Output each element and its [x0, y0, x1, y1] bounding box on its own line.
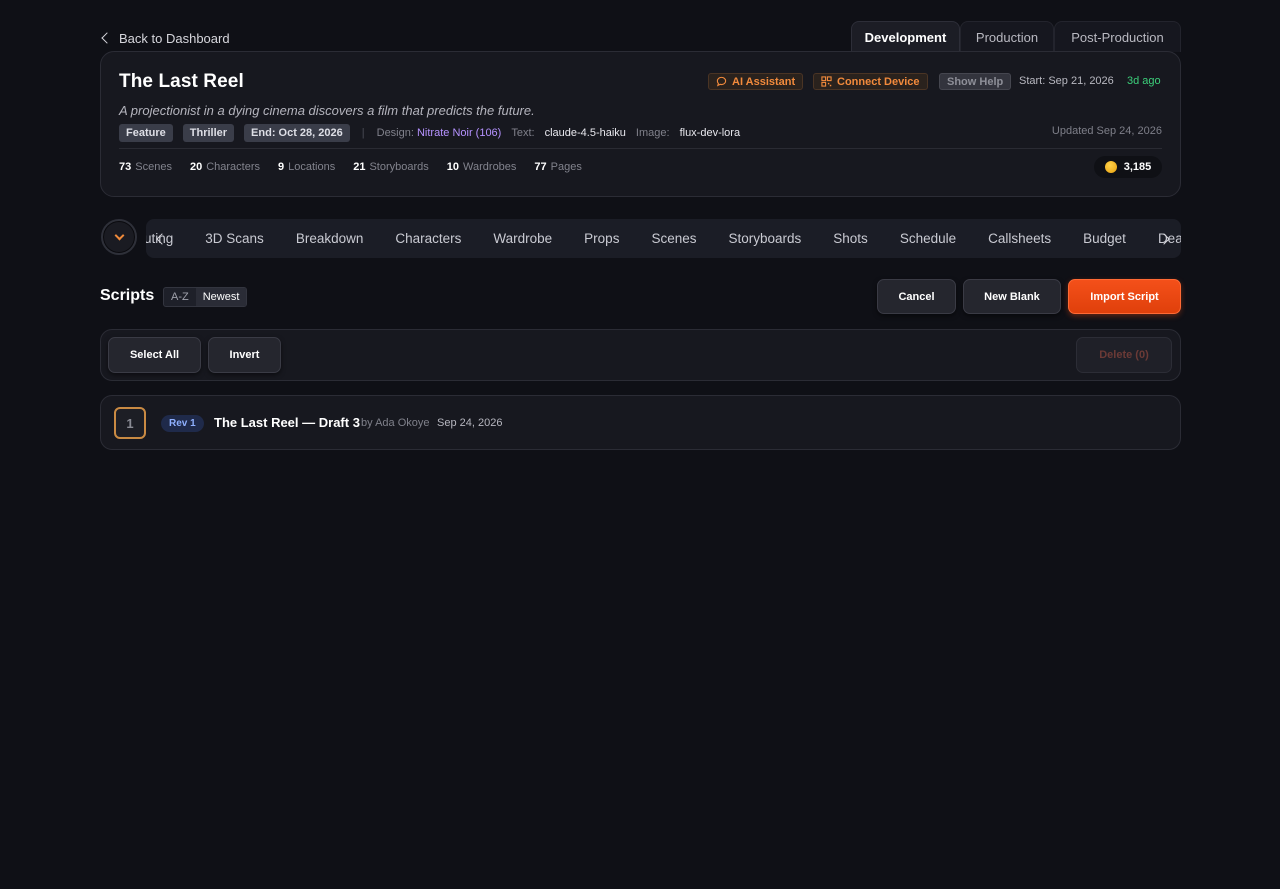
format-chip: Feature: [119, 124, 173, 142]
ai-assistant-button[interactable]: AI Assistant: [708, 73, 804, 90]
header-divider: [119, 148, 1162, 149]
design-value[interactable]: Nitrate Noir (106): [417, 127, 501, 139]
module-tab-characters[interactable]: Characters: [379, 231, 477, 246]
module-tab-storyboards[interactable]: Storyboards: [712, 231, 817, 246]
cancel-button[interactable]: Cancel: [877, 279, 956, 314]
module-tab-wardrobe[interactable]: Wardrobe: [477, 231, 568, 246]
scroll-right-button[interactable]: [1154, 229, 1174, 249]
module-tab-props[interactable]: Props: [568, 231, 635, 246]
sort-newest[interactable]: Newest: [195, 288, 247, 306]
design-label: Design:: [376, 127, 414, 139]
credits-value: 3,185: [1123, 161, 1152, 173]
ai-assistant-label: AI Assistant: [732, 75, 796, 88]
text-model-value: claude-4.5-haiku: [544, 127, 626, 139]
selection-toolbar: Select All Invert Delete (0): [100, 329, 1181, 381]
section-title: Scripts: [100, 287, 155, 304]
module-track: uting 3D Scans Breakdown Characters Ward…: [146, 219, 1181, 258]
module-tab-callsheets[interactable]: Callsheets: [972, 231, 1067, 246]
connect-device-button[interactable]: Connect Device: [813, 73, 928, 90]
updated-date: Updated Sep 24, 2026: [1051, 125, 1162, 137]
delete-button[interactable]: Delete (0): [1076, 337, 1172, 373]
stat-storyboards: 21 Storyboards: [353, 161, 429, 173]
sort-az[interactable]: A-Z: [164, 288, 196, 306]
phase-tabs: Development Production Post-Production: [851, 21, 1181, 52]
scroll-left-button[interactable]: [152, 229, 172, 249]
script-date: Sep 24, 2026: [437, 417, 503, 429]
stat-wardrobes: 10 Wardrobes: [446, 161, 517, 173]
chevron-right-icon: [1158, 233, 1170, 245]
collapse-header-button[interactable]: [101, 219, 137, 255]
back-to-dashboard-link[interactable]: Back to Dashboard: [100, 29, 230, 47]
project-header-card: The Last Reel AI Assistant Connect Devic…: [100, 51, 1181, 197]
module-tab-scenes[interactable]: Scenes: [635, 231, 712, 246]
last-activity: 3d ago: [1127, 75, 1161, 87]
chat-bubble-icon: [716, 76, 727, 87]
import-script-button[interactable]: Import Script: [1068, 279, 1181, 314]
connect-device-label: Connect Device: [837, 75, 920, 88]
end-date-chip: End: Oct 28, 2026: [244, 124, 350, 142]
design-meta: Design: Nitrate Noir (106): [377, 127, 502, 139]
credits-balance: 3,185: [1094, 156, 1162, 178]
image-model-value: flux-dev-lora: [679, 127, 741, 139]
stat-scenes: 73 Scenes: [119, 161, 172, 173]
script-author: by Ada Okoye: [361, 417, 430, 429]
script-number-checkbox[interactable]: 1: [114, 407, 146, 439]
module-tab-schedule[interactable]: Schedule: [884, 231, 972, 246]
tab-post-production[interactable]: Post-Production: [1054, 21, 1181, 52]
tab-development[interactable]: Development: [851, 21, 960, 52]
sort-toggle: A-Z Newest: [163, 287, 248, 307]
invert-selection-button[interactable]: Invert: [208, 337, 281, 373]
module-tab-3d-scans[interactable]: 3D Scans: [189, 231, 280, 246]
stat-characters: 20 Characters: [189, 161, 260, 173]
module-tab-budget[interactable]: Budget: [1067, 231, 1142, 246]
text-model-label: Text:: [511, 127, 535, 139]
script-title[interactable]: The Last Reel — Draft 3: [214, 415, 360, 430]
start-date: Start: Sep 21, 2026: [1019, 75, 1114, 87]
project-logline: A projectionist in a dying cinema discov…: [119, 103, 535, 118]
back-link-label: Back to Dashboard: [119, 30, 230, 46]
stat-locations: 9 Locations: [278, 161, 336, 173]
module-tab-breakdown[interactable]: Breakdown: [280, 231, 380, 246]
chevron-left-icon: [156, 233, 168, 245]
stat-pages: 77 Pages: [534, 161, 582, 173]
script-row[interactable]: 1 Rev 1 The Last Reel — Draft 3 by Ada O…: [100, 395, 1181, 450]
module-tab-shots[interactable]: Shots: [817, 231, 884, 246]
image-model-label: Image:: [635, 127, 670, 139]
new-blank-button[interactable]: New Blank: [963, 279, 1061, 314]
module-tab-bar: uting 3D Scans Breakdown Characters Ward…: [146, 219, 1181, 258]
project-meta-row: Feature Thriller End: Oct 28, 2026 | Des…: [119, 124, 740, 142]
genre-chip: Thriller: [182, 124, 235, 142]
select-all-button[interactable]: Select All: [108, 337, 201, 373]
chevron-down-icon: [114, 230, 124, 240]
coin-icon: [1104, 161, 1117, 173]
revision-badge: Rev 1: [161, 415, 204, 432]
project-stats: 73 Scenes 20 Characters 9 Locations 21 Story…: [119, 161, 582, 173]
qr-code-icon: [821, 76, 832, 87]
project-title: The Last Reel: [119, 71, 244, 92]
chevron-left-icon: [101, 32, 113, 44]
show-help-button[interactable]: Show Help: [939, 73, 1012, 90]
tab-production[interactable]: Production: [960, 21, 1054, 52]
meta-divider: |: [361, 127, 365, 139]
